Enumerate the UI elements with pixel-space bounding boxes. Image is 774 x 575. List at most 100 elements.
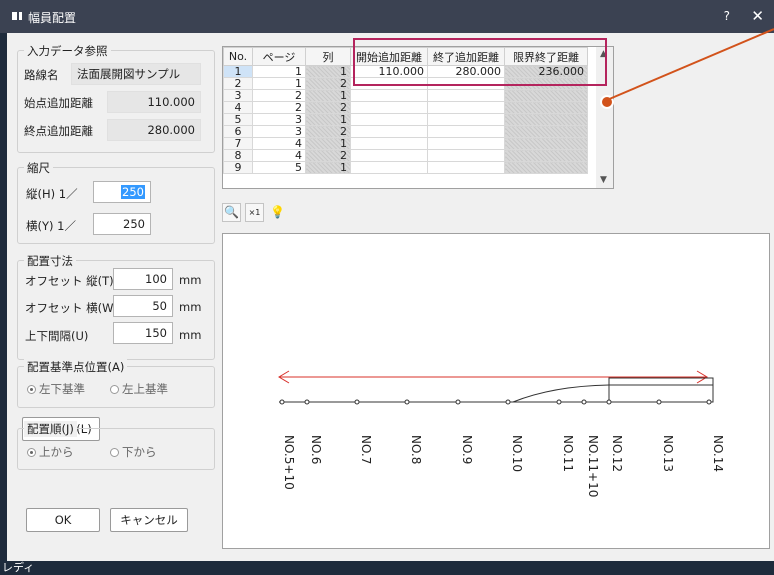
radio-dot-icon [27,385,36,394]
station-tick [581,399,587,405]
cell-no: 9 [223,161,253,174]
cell-limit [504,101,588,114]
station-tick [556,399,562,405]
gap-unit: mm [179,328,202,342]
table-row[interactable]: 422 [223,101,588,114]
cell-limit [504,137,588,150]
cell-start[interactable] [350,113,428,126]
cell-start[interactable] [350,89,428,102]
layout-dims-title: 配置寸法 [24,253,76,269]
cell-column: 1 [305,65,351,78]
cell-end[interactable] [427,113,505,126]
station-tick [656,399,662,405]
lightbulb-icon[interactable]: 💡 [268,203,287,222]
col-header-page[interactable]: ページ [252,47,306,66]
station-label: NO.11+10 [586,435,600,498]
highlight-frame [353,38,607,86]
close-button[interactable]: ✕ [751,7,764,25]
station-tick [505,399,511,405]
cell-column: 2 [305,125,351,138]
station-tick [404,399,410,405]
preview-drawing [278,370,714,405]
cell-column: 1 [305,161,351,174]
cell-start[interactable] [350,149,428,162]
table-row[interactable]: 531 [223,113,588,126]
cell-end[interactable] [427,149,505,162]
station-tick [304,399,310,405]
fit-scale-icon[interactable]: ×1 [245,203,264,222]
cell-start[interactable] [350,161,428,174]
radio-from-bottom[interactable]: 下から [110,444,157,460]
scale-h-label: 横(Y) 1／ [26,219,76,233]
station-label: NO.10 [510,435,524,473]
table-row[interactable]: 632 [223,125,588,138]
cell-page[interactable]: 1 [252,65,306,78]
cell-start[interactable] [350,101,428,114]
cell-page[interactable]: 1 [252,77,306,90]
cell-column: 2 [305,77,351,90]
cell-column: 1 [305,137,351,150]
station-tick [354,399,360,405]
cell-page[interactable]: 2 [252,89,306,102]
cell-no: 3 [223,89,253,102]
cell-page[interactable]: 3 [252,125,306,138]
station-label: NO.14 [711,435,725,473]
cell-end[interactable] [427,161,505,174]
cell-end[interactable] [427,125,505,138]
station-label: NO.7 [359,435,373,465]
cell-no: 2 [223,77,253,90]
scale-h-input[interactable]: 250 [93,213,151,235]
cell-no: 1 [223,65,253,78]
scale-title: 縮尺 [24,160,53,176]
gap-input[interactable]: 150 [113,322,173,344]
title-bar: 幅員配置 ? ✕ [0,0,774,33]
col-header-column[interactable]: 列 [305,47,351,66]
station-label: NO.9 [460,435,474,465]
cell-end[interactable] [427,137,505,150]
table-row[interactable]: 321 [223,89,588,102]
route-value: 法面展開図サンプル [71,63,201,85]
scroll-down-icon[interactable]: ▼ [600,175,607,185]
cell-column: 2 [305,101,351,114]
radio-from-top[interactable]: 上から [27,444,74,460]
cell-start[interactable] [350,125,428,138]
cell-start[interactable] [350,137,428,150]
cell-page[interactable]: 4 [252,137,306,150]
cell-limit [504,149,588,162]
base-point-title: 配置基準点位置(A) [24,359,128,375]
table-row[interactable]: 842 [223,149,588,162]
cell-end[interactable] [427,101,505,114]
scale-v-input[interactable]: 250 [93,181,151,203]
cell-end[interactable] [427,89,505,102]
slope-line [512,384,713,403]
station-tick [606,399,612,405]
station-label: NO.5+10 [282,435,296,490]
station-tick [706,399,712,405]
gap-label: 上下間隔(U) [25,329,89,343]
radio-top-left[interactable]: 左上基準 [110,381,168,397]
offset-h-input[interactable]: 50 [113,295,173,317]
cell-no: 5 [223,113,253,126]
callout-marker [600,95,614,109]
offset-v-input[interactable]: 100 [113,268,173,290]
cell-page[interactable]: 3 [252,113,306,126]
dialog-body: 入力データ参照 路線名 法面展開図サンプル 始点追加距離 110.000 終点追… [7,33,774,561]
radio-dot-icon [110,448,119,457]
cell-limit [504,113,588,126]
end-distance-value: 280.000 [107,119,201,141]
help-button[interactable]: ? [724,9,730,23]
table-row[interactable]: 951 [223,161,588,174]
cell-page[interactable]: 5 [252,161,306,174]
ok-button[interactable]: OK [26,508,100,532]
cell-page[interactable]: 2 [252,101,306,114]
offset-v-label: オフセット 縦(T) [25,274,114,288]
zoom-icon[interactable]: 🔍 [222,203,241,222]
cell-limit [504,125,588,138]
cell-page[interactable]: 4 [252,149,306,162]
col-header-no[interactable]: No. [223,47,253,66]
cancel-button[interactable]: キャンセル [110,508,188,532]
radio-bottom-left[interactable]: 左下基準 [27,381,85,397]
table-row[interactable]: 741 [223,137,588,150]
offset-v-unit: mm [179,273,202,287]
input-ref-title: 入力データ参照 [24,43,111,59]
